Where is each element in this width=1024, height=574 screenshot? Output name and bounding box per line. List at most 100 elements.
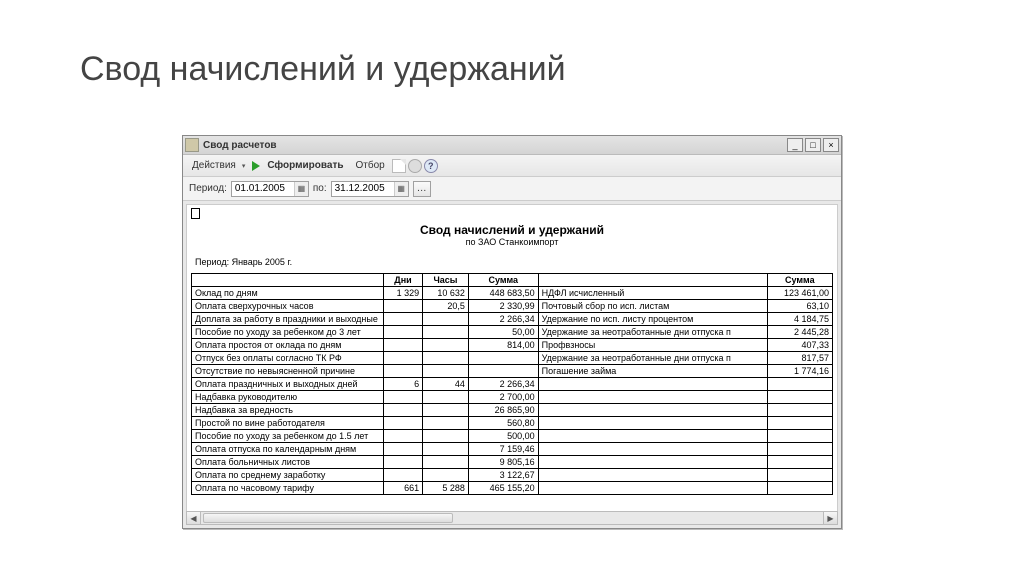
sum-value xyxy=(468,365,538,378)
hours-value xyxy=(423,443,469,456)
table-row: Оплата отпуска по календарным дням7 159,… xyxy=(192,443,833,456)
days-value xyxy=(383,443,422,456)
deduction-name xyxy=(538,482,767,495)
hours-value xyxy=(423,339,469,352)
col-accrual xyxy=(192,274,384,287)
date-from-field[interactable]: ▦ xyxy=(231,181,309,197)
sum-value: 50,00 xyxy=(468,326,538,339)
deduction-name xyxy=(538,456,767,469)
sum-value: 7 159,46 xyxy=(468,443,538,456)
accrual-name: Оплата простоя от оклада по дням xyxy=(192,339,384,352)
deduction-name: Удержание по исп. листу процентом xyxy=(538,313,767,326)
page-icon-button[interactable] xyxy=(392,159,406,173)
days-value xyxy=(383,430,422,443)
filter-button[interactable]: Отбор xyxy=(351,158,390,173)
col-sum1: Сумма xyxy=(468,274,538,287)
hours-value xyxy=(423,469,469,482)
report-content: Свод начислений и удержаний по ЗАО Станк… xyxy=(187,205,837,524)
period-label: Период: xyxy=(189,183,227,194)
deduction-name: Удержание за неотработанные дни отпуска … xyxy=(538,352,767,365)
bookmark-icon[interactable] xyxy=(191,208,200,219)
sum-value: 448 683,50 xyxy=(468,287,538,300)
sum-value: 2 700,00 xyxy=(468,391,538,404)
scroll-track[interactable] xyxy=(201,512,823,524)
table-row: Доплата за работу в праздники и выходные… xyxy=(192,313,833,326)
close-button[interactable]: × xyxy=(823,138,839,152)
sum-value: 2 266,34 xyxy=(468,313,538,326)
sum2-value xyxy=(767,430,832,443)
period-bar: Период: ▦ по: ▦ … xyxy=(183,177,841,201)
sum2-value xyxy=(767,443,832,456)
date-from-input[interactable] xyxy=(232,182,294,196)
sum-value: 814,00 xyxy=(468,339,538,352)
days-value xyxy=(383,365,422,378)
days-value xyxy=(383,300,422,313)
sum2-value: 4 184,75 xyxy=(767,313,832,326)
deduction-name xyxy=(538,391,767,404)
horizontal-scrollbar[interactable]: ◀ ▶ xyxy=(186,511,838,525)
date-to-label: по: xyxy=(313,183,327,194)
table-row: Оплата по часовому тарифу6615 288465 155… xyxy=(192,482,833,495)
sum-value: 2 330,99 xyxy=(468,300,538,313)
form-button[interactable]: Сформировать xyxy=(262,158,348,173)
date-to-input[interactable] xyxy=(332,182,394,196)
accrual-name: Доплата за работу в праздники и выходные xyxy=(192,313,384,326)
days-value xyxy=(383,326,422,339)
accrual-name: Пособие по уходу за ребенком до 3 лет xyxy=(192,326,384,339)
table-row: Простой по вине работодателя560,80 xyxy=(192,417,833,430)
report-pane: Свод начислений и удержаний по ЗАО Станк… xyxy=(186,204,838,525)
report-table: Дни Часы Сумма Сумма Оклад по дням1 3291… xyxy=(191,273,833,495)
sum-value: 465 155,20 xyxy=(468,482,538,495)
days-value xyxy=(383,391,422,404)
table-row: Надбавка за вредность26 865,90 xyxy=(192,404,833,417)
accrual-name: Отпуск без оплаты согласно ТК РФ xyxy=(192,352,384,365)
hours-value xyxy=(423,404,469,417)
sum-value: 3 122,67 xyxy=(468,469,538,482)
days-value xyxy=(383,352,422,365)
scroll-left-button[interactable]: ◀ xyxy=(187,512,201,524)
days-value xyxy=(383,469,422,482)
help-button[interactable]: ? xyxy=(424,159,438,173)
accrual-name: Оплата по среднему заработку xyxy=(192,469,384,482)
col-sum2: Сумма xyxy=(767,274,832,287)
sum2-value: 1 774,16 xyxy=(767,365,832,378)
col-deduction xyxy=(538,274,767,287)
sum2-value xyxy=(767,482,832,495)
hours-value: 10 632 xyxy=(423,287,469,300)
calendar-icon[interactable]: ▦ xyxy=(294,182,308,196)
maximize-button[interactable]: □ xyxy=(805,138,821,152)
deduction-name: НДФЛ исчисленный xyxy=(538,287,767,300)
minimize-button[interactable]: _ xyxy=(787,138,803,152)
window-icon xyxy=(185,138,199,152)
scroll-thumb[interactable] xyxy=(203,513,453,523)
window-title: Свод расчетов xyxy=(203,140,277,151)
sum-value: 9 805,16 xyxy=(468,456,538,469)
table-row: Оплата больничных листов9 805,16 xyxy=(192,456,833,469)
sum2-value xyxy=(767,404,832,417)
actions-menu[interactable]: Действия xyxy=(187,158,250,173)
accrual-name: Оклад по дням xyxy=(192,287,384,300)
days-value: 661 xyxy=(383,482,422,495)
scroll-right-button[interactable]: ▶ xyxy=(823,512,837,524)
sum-value: 560,80 xyxy=(468,417,538,430)
settings-button[interactable] xyxy=(408,159,422,173)
days-value xyxy=(383,339,422,352)
table-row: Отсутствие по невыясненной причинеПогаше… xyxy=(192,365,833,378)
table-row: Надбавка руководителю2 700,00 xyxy=(192,391,833,404)
accrual-name: Оплата сверхурочных часов xyxy=(192,300,384,313)
days-value: 6 xyxy=(383,378,422,391)
deduction-name: Профвзносы xyxy=(538,339,767,352)
days-value xyxy=(383,456,422,469)
date-to-field[interactable]: ▦ xyxy=(331,181,409,197)
days-value xyxy=(383,404,422,417)
sum2-value: 123 461,00 xyxy=(767,287,832,300)
deduction-name: Погашение займа xyxy=(538,365,767,378)
table-row: Оплата по среднему заработку 3 122,67 xyxy=(192,469,833,482)
calendar-icon[interactable]: ▦ xyxy=(394,182,408,196)
period-picker-button[interactable]: … xyxy=(413,181,431,197)
sum2-value xyxy=(767,378,832,391)
table-row: Оплата сверхурочных часов20,52 330,99Поч… xyxy=(192,300,833,313)
report-period: Период: Январь 2005 г. xyxy=(195,257,833,267)
sum-value: 500,00 xyxy=(468,430,538,443)
report-subtitle: по ЗАО Станкоимпорт xyxy=(191,237,833,247)
